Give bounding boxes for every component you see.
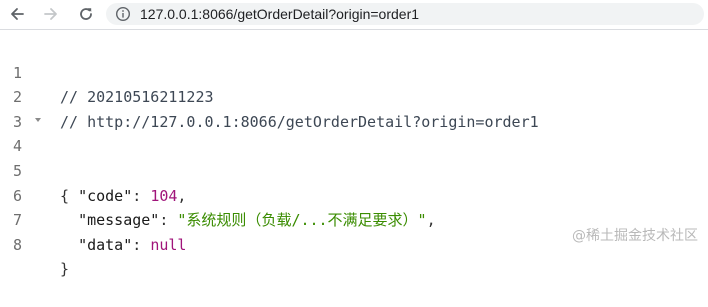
code-line: 5 "code": 104, [0,134,708,205]
forward-button[interactable] [40,3,62,25]
json-viewer: 1 // 20210516211223 2 // http://127.0.0.… [0,36,708,279]
data-entry: "data": null [60,233,186,258]
url-text[interactable]: 127.0.0.1:8066/getOrderDetail?origin=ord… [140,6,419,22]
code-line: 2 // http://127.0.0.1:8066/getOrderDetai… [0,61,708,131]
back-button[interactable] [6,3,28,25]
url-host: 127.0.0.1 [140,6,199,22]
reload-button[interactable] [75,3,97,25]
close-brace: } [60,260,70,279]
code-line: 6 "message": "系统规则（负载/...不满足要求）", [0,159,708,230]
json-key-data: "data" [78,235,133,254]
address-bar[interactable]: 127.0.0.1:8066/getOrderDetail?origin=ord… [106,3,704,25]
arrow-right-icon [44,8,57,20]
info-icon[interactable] [115,6,131,22]
code-line: 3 [0,85,708,131]
url-path: :8066/getOrderDetail?origin=order1 [198,6,420,22]
fold-toggle[interactable] [33,110,43,135]
code-line: 7 "data": null [0,184,708,254]
json-value-data: null [150,235,187,254]
browser-toolbar: 127.0.0.1:8066/getOrderDetail?origin=ord… [0,0,708,30]
arrow-left-icon [11,8,24,20]
code-line: 1 // 20210516211223 [0,36,708,107]
line-number: 8 [12,235,22,254]
reload-icon [80,8,92,20]
code-line: 4 { [0,110,708,205]
triangle-down-icon [35,117,41,122]
colon: : [132,235,151,254]
watermark: @稀土掘金技术社区 [572,228,698,244]
